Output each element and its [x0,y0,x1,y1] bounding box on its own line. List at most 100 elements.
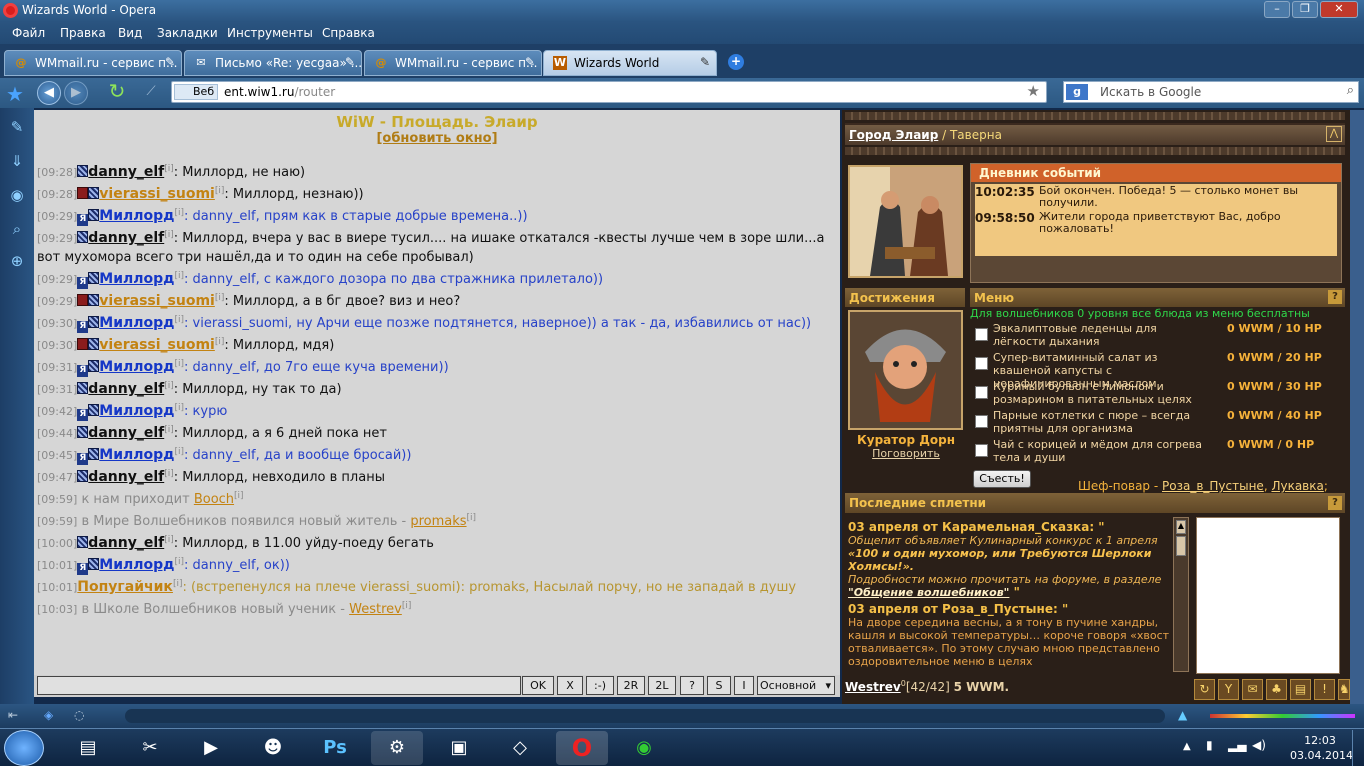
back-icon[interactable]: ◀ [37,81,61,105]
menu-view[interactable]: Вид [118,26,142,40]
menu-tools[interactable]: Инструменты [227,26,313,40]
volume-icon[interactable]: ◀) [1252,738,1266,752]
dish-checkbox[interactable] [975,386,988,399]
help-icon[interactable]: ? [1328,496,1342,510]
chef-link[interactable]: Лукавка [1271,479,1323,493]
info-link[interactable]: [i] [215,186,225,196]
wand-icon[interactable]: ⟋ [139,81,163,105]
speed-dial-star-icon[interactable]: ★ [6,82,24,106]
nickname-link[interactable]: promaks [410,514,466,529]
info-link[interactable]: [i] [175,208,185,218]
address-bar[interactable]: Веб ent.wiw1.ru/router ★ [171,81,1047,103]
alert-icon[interactable]: ! [1314,679,1335,700]
tab-close-icon[interactable]: ✎ [165,55,175,69]
person-icon[interactable]: ♞ [1338,679,1350,700]
talk-link[interactable]: Поговорить [850,447,962,460]
refresh-link[interactable]: [обновить окно] [376,131,497,146]
info-link[interactable]: [i] [234,491,244,501]
nickname-link[interactable]: danny_elf [88,381,164,397]
nickname-link[interactable]: Booch [194,492,234,507]
collapse-icon[interactable]: ⋀ [1326,126,1342,142]
chat-app-icon[interactable]: ☻ [247,731,299,765]
history-icon[interactable]: ◉ [6,184,28,206]
clock[interactable]: 12:03 03.04.2014 [1290,733,1353,763]
menu-bookmarks[interactable]: Закладки [157,26,218,40]
2l-button[interactable]: 2L [648,676,676,695]
info-link[interactable]: [i] [175,557,185,567]
turbo-icon[interactable]: ◈ [44,708,53,722]
info-link[interactable]: [i] [467,513,477,523]
info-link[interactable]: [i] [215,337,225,347]
forward-icon[interactable]: ▶ [64,81,88,105]
i-button[interactable]: I [734,676,754,695]
note-icon[interactable]: ✎ [6,116,28,138]
nickname-link[interactable]: Миллорд [99,315,174,331]
url-text[interactable]: ent.wiw1.ru/router [224,85,335,99]
2r-button[interactable]: 2R [617,676,645,695]
nickname-link[interactable]: vierassi_suomi [99,186,215,202]
media-icon[interactable]: ▶ [185,731,237,765]
chef-link[interactable]: Роза_в_Пустыне [1162,479,1264,493]
mail-icon[interactable]: ✉ [1242,679,1263,700]
gossip-scrollbar[interactable]: ▲ [1173,517,1189,672]
show-desktop-button[interactable] [1352,730,1364,766]
player-name[interactable]: Westrev [845,680,901,694]
nickname-link[interactable]: Миллорд [99,359,174,375]
menu-help[interactable]: Справка [322,26,375,40]
info-link[interactable]: [i] [164,230,174,240]
maximize-button[interactable]: ❐ [1292,1,1318,18]
search-input[interactable]: Искать в Google [1100,85,1201,99]
nickname-link[interactable]: Миллорд [99,208,174,224]
download-icon[interactable]: ⇓ [6,150,28,172]
panel-toggle-icon[interactable]: ⇤ [8,708,18,722]
nickname-link[interactable]: danny_elf [88,425,164,441]
terminal-icon[interactable]: ▣ [433,731,485,765]
tab-wmmail-2[interactable]: @ WMmail.ru - сервис п... ✎ [364,50,542,76]
page-scrollbar[interactable] [1350,110,1364,704]
tray-arrow-icon[interactable]: ▲ [1183,741,1191,752]
tab-close-icon[interactable]: ✎ [700,55,710,69]
info-link[interactable]: [i] [175,403,185,413]
chat-input[interactable] [37,676,521,695]
nickname-link[interactable]: danny_elf [88,535,164,551]
unite-icon[interactable]: ◌ [74,708,84,722]
help-icon[interactable]: ? [1328,290,1342,304]
network-app-icon[interactable]: ◉ [618,731,670,765]
info-link[interactable]: [i] [164,469,174,479]
info-link[interactable]: [i] [164,425,174,435]
book-icon[interactable]: ▤ [1290,679,1311,700]
tray-device-icon[interactable]: ▮ [1206,738,1213,752]
tree-icon[interactable]: Y [1218,679,1239,700]
nickname-link[interactable]: vierassi_suomi [99,293,215,309]
google-icon[interactable]: g [1066,84,1088,100]
achievements-header[interactable]: Достижения [845,288,965,307]
info-link[interactable]: [i] [402,601,412,611]
tab-wizards-world[interactable]: W Wizards World ✎ [543,50,717,76]
nickname-link[interactable]: Миллорд [99,403,174,419]
reload-icon[interactable]: ↻ [105,81,129,105]
curator-portrait[interactable] [848,310,963,430]
herb-icon[interactable]: ♣ [1266,679,1287,700]
nickname-link[interactable]: vierassi_suomi [99,337,215,353]
dish-checkbox[interactable] [975,444,988,457]
close-button[interactable]: ✕ [1320,1,1358,18]
info-link[interactable]: [i] [215,293,225,303]
menu-file[interactable]: Файл [12,26,45,40]
minimize-button[interactable]: – [1264,1,1290,18]
search-icon[interactable]: ⌕ [1347,83,1354,98]
opera-taskbar-icon[interactable]: O [556,731,608,765]
forum-link[interactable]: "Общение волшебников" [848,586,1009,599]
tab-close-icon[interactable]: ✎ [525,55,535,69]
dish-checkbox[interactable] [975,415,988,428]
info-link[interactable]: [i] [164,535,174,545]
folder-icon[interactable]: ◇ [494,731,546,765]
search-box[interactable]: g Искать в Google ⌕ [1063,81,1359,103]
info-link[interactable]: [i] [175,315,185,325]
nickname-link[interactable]: Миллорд [99,447,174,463]
add-panel-icon[interactable]: ⊕ [6,250,28,272]
help-button[interactable]: ? [680,676,704,695]
view-icon[interactable]: ▲ [1178,708,1187,722]
tab-close-icon[interactable]: ✎ [345,55,355,69]
info-link[interactable]: [i] [164,164,174,174]
nickname-link[interactable]: danny_elf [88,469,164,485]
